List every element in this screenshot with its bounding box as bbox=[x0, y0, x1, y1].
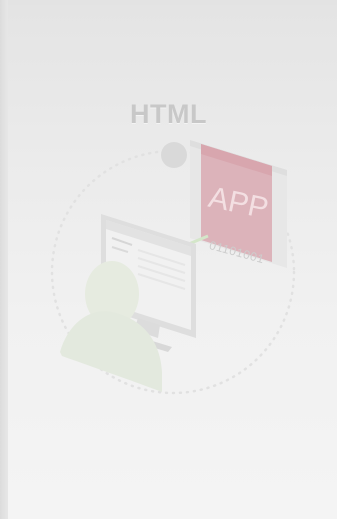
connector-node-icon bbox=[161, 142, 187, 168]
html-app-illustration: APP 01101001 bbox=[50, 140, 296, 395]
